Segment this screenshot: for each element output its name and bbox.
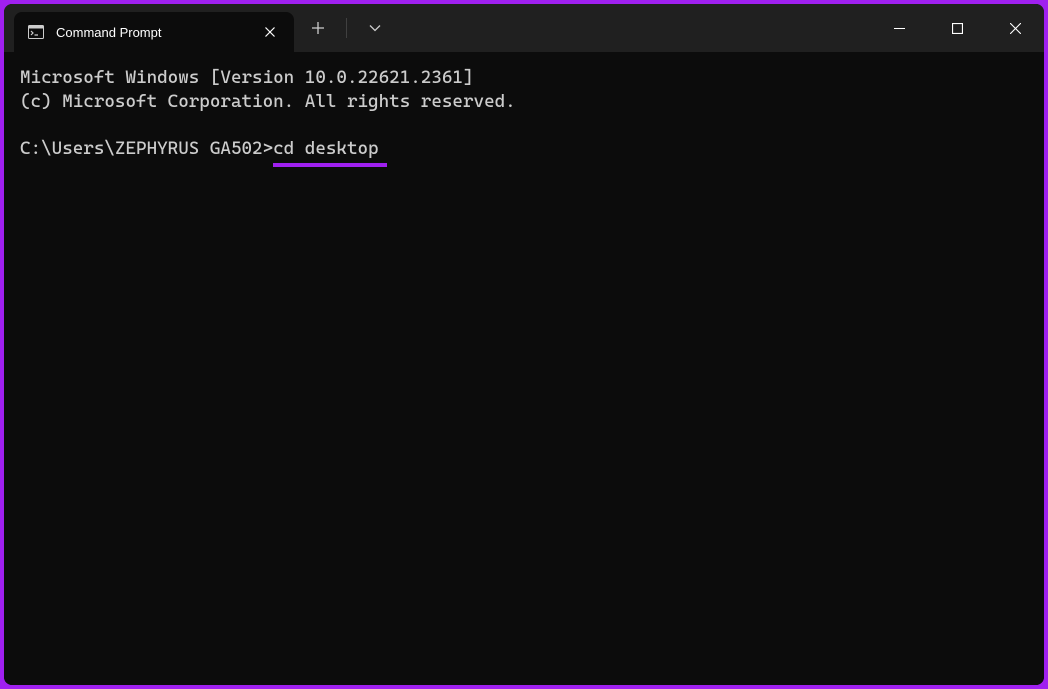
tab-command-prompt[interactable]: Command Prompt [14, 12, 294, 52]
cmd-icon [28, 24, 44, 40]
window-controls [870, 4, 1044, 52]
tab-close-button[interactable] [260, 22, 280, 42]
titlebar: Command Prompt [4, 4, 1044, 52]
maximize-button[interactable] [928, 4, 986, 52]
tab-title: Command Prompt [56, 25, 248, 40]
titlebar-drag-region[interactable] [391, 4, 870, 52]
terminal-output-line: Microsoft Windows [Version 10.0.22621.23… [20, 66, 1028, 90]
new-tab-button[interactable] [302, 12, 334, 44]
close-button[interactable] [986, 4, 1044, 52]
command-input-wrap: cd desktop [273, 137, 378, 161]
divider [346, 18, 347, 38]
terminal-body[interactable]: Microsoft Windows [Version 10.0.22621.23… [4, 52, 1044, 685]
terminal-output-line: (c) Microsoft Corporation. All rights re… [20, 90, 1028, 114]
minimize-button[interactable] [870, 4, 928, 52]
terminal-prompt-line: C:\Users\ZEPHYRUS GA502> cd desktop [20, 137, 1028, 161]
prompt-path: C:\Users\ZEPHYRUS GA502> [20, 137, 273, 161]
command-text: cd desktop [273, 138, 378, 159]
tab-dropdown-button[interactable] [359, 12, 391, 44]
terminal-window: Command Prompt [4, 4, 1044, 685]
highlight-underline [273, 163, 386, 167]
tab-actions [302, 4, 391, 52]
